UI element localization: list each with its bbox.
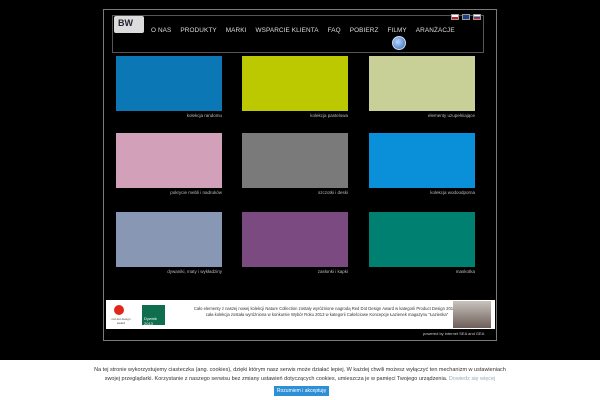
nav-item-faq[interactable]: FAQ [328,27,341,34]
category-tile[interactable] [369,56,475,111]
nav-item-pobierz[interactable]: POBIERZ [350,27,379,34]
category-tile[interactable] [242,133,348,188]
header-bar [112,15,484,53]
nav-item-marki[interactable]: MARKI [226,27,247,34]
category-caption[interactable]: kolekcja wodoodporna [369,190,475,195]
flag-ru-icon[interactable] [473,14,481,20]
category-caption[interactable]: pokrycie mebli i nadruków [116,190,222,195]
search-icon[interactable] [392,36,406,50]
logo-text: BW [118,18,133,28]
category-caption[interactable]: dywaniki, maty i wykładziny [116,269,222,274]
category-caption[interactable]: kolekcja pastelowa [242,113,348,118]
award-photo [453,301,491,328]
category-caption[interactable]: zasłonki i kapki [242,269,348,274]
language-flags [451,14,481,20]
category-tile[interactable] [242,56,348,111]
red-dot-icon [114,305,124,315]
brand-logo[interactable]: BW [114,16,144,33]
award1-label: red dot design award [111,317,131,325]
red-dot-award-logo: red dot design award [109,303,131,325]
cookie-text: Na tej stronie wykorzystujemy ciasteczka… [94,367,506,382]
cookie-accept-button[interactable]: Rozumiem i akceptuję [274,386,329,396]
main-nav: O NAS PRODUKTY MARKI WSPARCIE KLIENTA FA… [151,27,455,34]
category-caption[interactable]: maskotka [369,269,475,274]
category-tile[interactable] [116,133,222,188]
category-tile[interactable] [369,212,475,267]
dywnik-award-logo: Dywnik 2013 [142,305,165,326]
category-tile[interactable] [242,212,348,267]
category-tile[interactable] [116,56,222,111]
nav-item-o-nas[interactable]: O NAS [151,27,171,34]
flag-en-icon[interactable] [462,14,470,20]
category-caption[interactable]: szczotki i deski [242,190,348,195]
nav-item-wsparcie-klienta[interactable]: WSPARCIE KLIENTA [255,27,318,34]
awards-text: Cało elementy z naszej nowej kolekcji Na… [193,306,461,317]
cookie-bar: Na tej stronie wykorzystujemy ciasteczka… [0,360,600,400]
category-tile[interactable] [369,133,475,188]
awards-banner[interactable]: red dot design award Dywnik 2013 Cało el… [106,300,495,329]
powered-by[interactable]: powered by internet SEA and GEA [423,331,484,336]
flag-pl-icon[interactable] [451,14,459,20]
award2-label: Dywnik 2013 [144,316,157,326]
nav-item-produkty[interactable]: PRODUKTY [180,27,216,34]
cookie-message: Na tej stronie wykorzystujemy ciasteczka… [88,366,512,384]
nav-item-filmy[interactable]: FILMY [387,27,406,34]
cookie-more-link[interactable]: Dowiedz się więcej [449,376,495,382]
category-tile[interactable] [116,212,222,267]
nav-item-aranzacje[interactable]: ARANŻACJE [416,27,455,34]
category-caption[interactable]: kolekcja randomu [116,113,222,118]
category-caption[interactable]: elementy uzupełniające [369,113,475,118]
